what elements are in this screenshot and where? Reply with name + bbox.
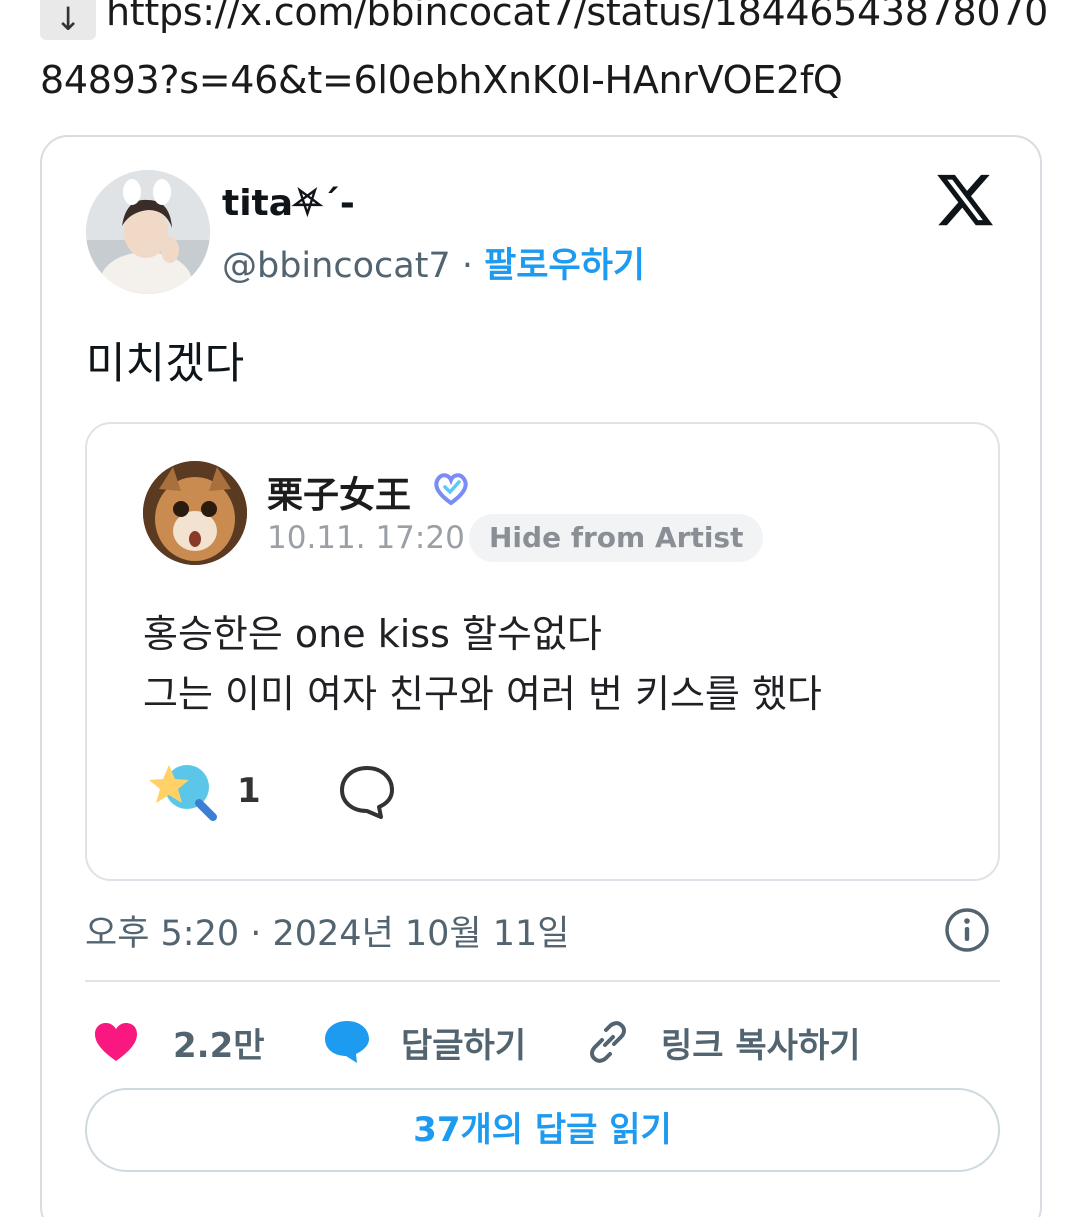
tweet-timestamp[interactable]: 오후 5:20 · 2024년 10월 11일 <box>85 905 570 956</box>
follow-button[interactable]: 팔로우하기 <box>484 246 645 286</box>
like-button[interactable]: 2.2만 <box>93 1007 265 1077</box>
url-line-1: ↓ https://x.com/bbincocat7/status/1844654… <box>40 0 1050 46</box>
copy-link-button[interactable]: 링크 복사하기 <box>585 1007 861 1077</box>
url-text-1: https://x.com/bbincocat7/status/18446543… <box>106 0 1049 34</box>
shared-url[interactable]: ↓ https://x.com/bbincocat7/status/1844654… <box>40 0 1050 114</box>
quote-body: 홍승한은 one kiss 할수없다 그는 이미 여자 친구와 여러 번 키스를… <box>143 604 822 724</box>
reaction-count: 1 <box>237 771 261 811</box>
quote-line-2: 그는 이미 여자 친구와 여러 번 키스를 했다 <box>143 672 822 716</box>
x-logo-icon[interactable] <box>934 169 996 231</box>
download-icon[interactable]: ↓ <box>40 0 96 40</box>
avatar[interactable] <box>86 170 210 294</box>
star-wand-reaction-icon <box>149 765 217 821</box>
reply-label: 답글하기 <box>401 1025 527 1066</box>
separator: · <box>461 246 473 286</box>
verified-heart-icon <box>434 473 468 506</box>
handle-row: @bbincocat7 · 팔로우하기 <box>222 237 645 288</box>
quoted-post-screenshot: 栗子女王 10.11. 17:20 Hide from Artist 홍승한은 … <box>85 422 1000 881</box>
reply-button[interactable]: 답글하기 <box>323 1007 526 1077</box>
like-count: 2.2만 <box>173 1025 265 1066</box>
link-icon <box>590 1021 626 1063</box>
quote-avatar <box>143 461 247 565</box>
quote-name: 栗子女王 <box>267 475 412 516</box>
handle[interactable]: @bbincocat7 <box>222 246 451 286</box>
read-replies-button[interactable]: 37개의 답글 읽기 <box>85 1088 1000 1172</box>
tweet-embed-card[interactable]: tita⛧ˊ- @bbincocat7 · 팔로우하기 미치겠다 栗子女王 10… <box>40 135 1042 1217</box>
action-bar: 2.2만 답글하기 링크 복사하기 <box>85 1007 1000 1077</box>
divider <box>85 980 1000 982</box>
display-name[interactable]: tita⛧ˊ- <box>222 183 355 225</box>
hide-from-artist-chip: Hide from Artist <box>469 514 764 562</box>
tweet-text: 미치겠다 <box>86 339 245 389</box>
comment-bubble-icon <box>340 766 394 819</box>
url-text-2: 84893?s=46&t=6l0ebhXnK0I-HAnrVOE2fQ <box>40 58 843 102</box>
heart-icon <box>95 1023 137 1061</box>
reply-bubble-icon <box>325 1021 369 1063</box>
quote-date: 10.11. 17:20 <box>267 520 465 556</box>
quote-line-1: 홍승한은 one kiss 할수없다 <box>143 612 602 656</box>
copy-link-label: 링크 복사하기 <box>661 1025 861 1066</box>
info-icon[interactable] <box>944 907 990 953</box>
